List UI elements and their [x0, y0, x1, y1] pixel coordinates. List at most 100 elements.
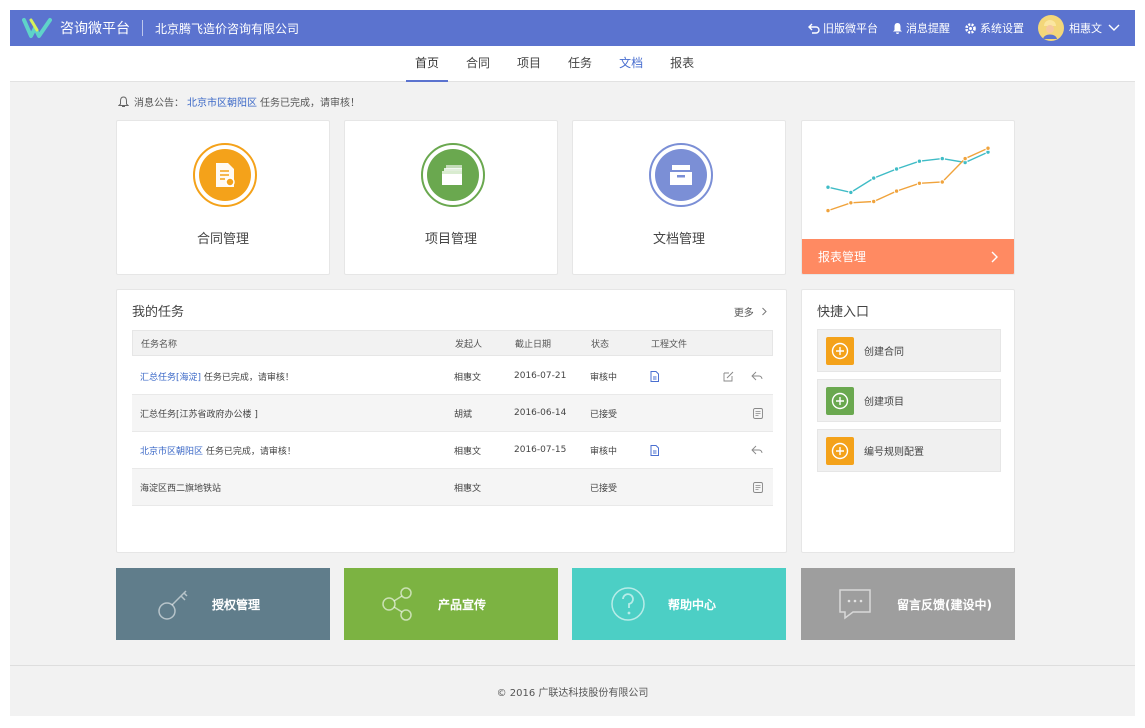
trend-point-1-6 [962, 155, 968, 162]
reply-icon[interactable] [743, 445, 763, 455]
task-text: 任务已完成，请审核！ [203, 372, 294, 383]
feedback-tile[interactable]: 留言反馈(建设中) [801, 568, 1015, 640]
task-deadline: 2016-07-15 [514, 445, 567, 455]
trend-point-1-0 [825, 207, 831, 214]
project-file-icon[interactable] [650, 370, 659, 382]
gear-icon [965, 22, 976, 34]
trend-point-1-5 [939, 179, 945, 185]
trend-point-1-2 [871, 198, 877, 205]
report-management-bar[interactable]: 报表管理 [802, 239, 1014, 274]
task-name: 汇总任务[海淀] 任务已完成，请审核！ [140, 358, 294, 394]
bell-outline-icon [118, 95, 129, 107]
document-management-card[interactable]: 文档管理 [572, 120, 786, 275]
report-management-card[interactable]: 报表管理 [801, 120, 1015, 275]
tab-project[interactable]: 项目 [508, 46, 550, 82]
old-platform-link[interactable]: 旧版微平台 [808, 20, 878, 36]
tasks-title: 我的任务 [132, 305, 185, 320]
trend-point-1-1 [848, 200, 854, 206]
col-task-name: 任务名称 [141, 339, 178, 350]
trend-point-1-7 [985, 145, 991, 151]
notifications-link[interactable]: 消息提醒 [892, 20, 950, 36]
create-project-button[interactable]: 创建项目 [817, 379, 1001, 422]
tab-contract[interactable]: 合同 [457, 46, 499, 82]
table-row: 汇总任务[江苏省政府办公楼 ] 胡斌 2016-06-14 已接受 [132, 395, 773, 432]
task-text: 任务已完成，请审核！ [205, 446, 296, 457]
project-management-label: 项目管理 [424, 232, 477, 247]
trend-point-0-2 [871, 175, 877, 181]
back-arrow-icon [808, 23, 820, 34]
tab-task[interactable]: 任务 [559, 46, 601, 82]
create-contract-button[interactable]: 创建合同 [817, 329, 1001, 372]
task-status: 审核中 [590, 372, 618, 383]
reply-icon[interactable] [743, 371, 763, 381]
project-management-card[interactable]: 项目管理 [344, 120, 558, 275]
create-contract-label: 创建合同 [864, 347, 904, 358]
task-file [650, 358, 659, 394]
task-text: 海淀区西二旗地铁站 [140, 483, 222, 494]
notifications-label: 消息提醒 [906, 22, 950, 35]
task-status: 审核中 [590, 446, 618, 457]
worker-avatar-icon [1042, 20, 1057, 39]
contract-management-card[interactable]: 合同管理 [116, 120, 330, 275]
notice-link[interactable]: 北京市区朝阳区 [187, 94, 257, 109]
quick-entry-title: 快捷入口 [817, 305, 870, 320]
my-tasks-panel: 我的任务 更多 任务名称 发起人 截止日期 状态 工程文件 汇总任务[海淀] 任… [116, 289, 787, 553]
chevron-down-icon [1108, 24, 1120, 31]
question-circle-icon [611, 587, 645, 621]
notice-bar: 消息公告： 北京市区朝阳区 任务已完成，请审核！ [118, 94, 360, 109]
document-detail-icon[interactable] [745, 481, 763, 493]
report-trend-chart [825, 145, 991, 214]
header-actions: 旧版微平台 消息提醒 系统设置 相惠文 [794, 10, 1123, 46]
authorization-management-label: 授权管理 [212, 597, 261, 612]
user-menu[interactable]: 相惠文 [1038, 15, 1123, 41]
tab-document[interactable]: 文档 [610, 46, 652, 82]
edit-icon[interactable] [715, 371, 734, 382]
plus-circle-icon [826, 436, 854, 465]
top-bar: 咨询微平台 北京腾飞造价咨询有限公司 旧版微平台 消息提醒 系统设置 相惠文 [10, 10, 1135, 46]
chevron-right-icon [991, 251, 998, 262]
task-initiator: 相惠文 [454, 483, 482, 494]
help-center-tile[interactable]: 帮助中心 [572, 568, 786, 640]
settings-label: 系统设置 [980, 22, 1024, 35]
help-center-label: 帮助中心 [668, 597, 717, 612]
quick-entry-panel: 快捷入口 创建合同 创建项目 编号规则配置 [801, 289, 1015, 553]
app-root: 咨询微平台 北京腾飞造价咨询有限公司 旧版微平台 消息提醒 系统设置 相惠文 首… [10, 10, 1135, 716]
tab-home[interactable]: 首页 [406, 46, 449, 82]
authorization-management-tile[interactable]: 授权管理 [116, 568, 330, 640]
settings-link[interactable]: 系统设置 [964, 20, 1024, 36]
plus-circle-icon [826, 386, 854, 415]
col-initiator: 发起人 [455, 339, 483, 350]
archive-box-icon [655, 149, 707, 201]
project-file-icon[interactable] [650, 444, 659, 456]
task-name: 汇总任务[江苏省政府办公楼 ] [140, 395, 258, 431]
numbering-rule-config-button[interactable]: 编号规则配置 [817, 429, 1001, 472]
product-promotion-tile[interactable]: 产品宣传 [344, 568, 558, 640]
trend-point-0-3 [893, 166, 900, 172]
notice-text: 任务已完成，请审核！ [260, 98, 360, 109]
task-link[interactable]: 汇总任务[海淀] [140, 370, 201, 383]
table-row: 海淀区西二旗地铁站 相惠文 已接受 [132, 469, 773, 506]
share-nodes-icon [382, 587, 412, 621]
task-actions [734, 432, 763, 468]
trend-point-0-5 [939, 155, 945, 162]
task-name: 海淀区西二旗地铁站 [140, 469, 221, 505]
contract-icon-ring [193, 143, 257, 207]
document-detail-icon[interactable] [745, 407, 763, 419]
task-actions [736, 395, 763, 431]
tab-report[interactable]: 报表 [661, 46, 703, 82]
tasks-more-link[interactable]: 更多 [734, 304, 768, 319]
task-status: 已接受 [590, 409, 618, 420]
trend-point-1-3 [893, 188, 900, 194]
table-row: 北京市区朝阳区 任务已完成，请审核！ 相惠文 2016-07-15 审核中 [132, 432, 773, 469]
numbering-rule-config-label: 编号规则配置 [864, 447, 924, 458]
trend-point-0-1 [848, 189, 854, 196]
contract-management-label: 合同管理 [196, 232, 249, 247]
document-icon-ring [649, 143, 713, 207]
main-nav: 首页 合同 项目 任务 文档 报表 [10, 46, 1135, 82]
task-link[interactable]: 北京市区朝阳区 [140, 444, 203, 457]
col-project-file: 工程文件 [651, 339, 688, 350]
feedback-label: 留言反馈(建设中) [897, 597, 992, 612]
avatar [1038, 15, 1064, 41]
app-logo-icon [22, 18, 52, 38]
trend-point-1-4 [916, 180, 923, 186]
